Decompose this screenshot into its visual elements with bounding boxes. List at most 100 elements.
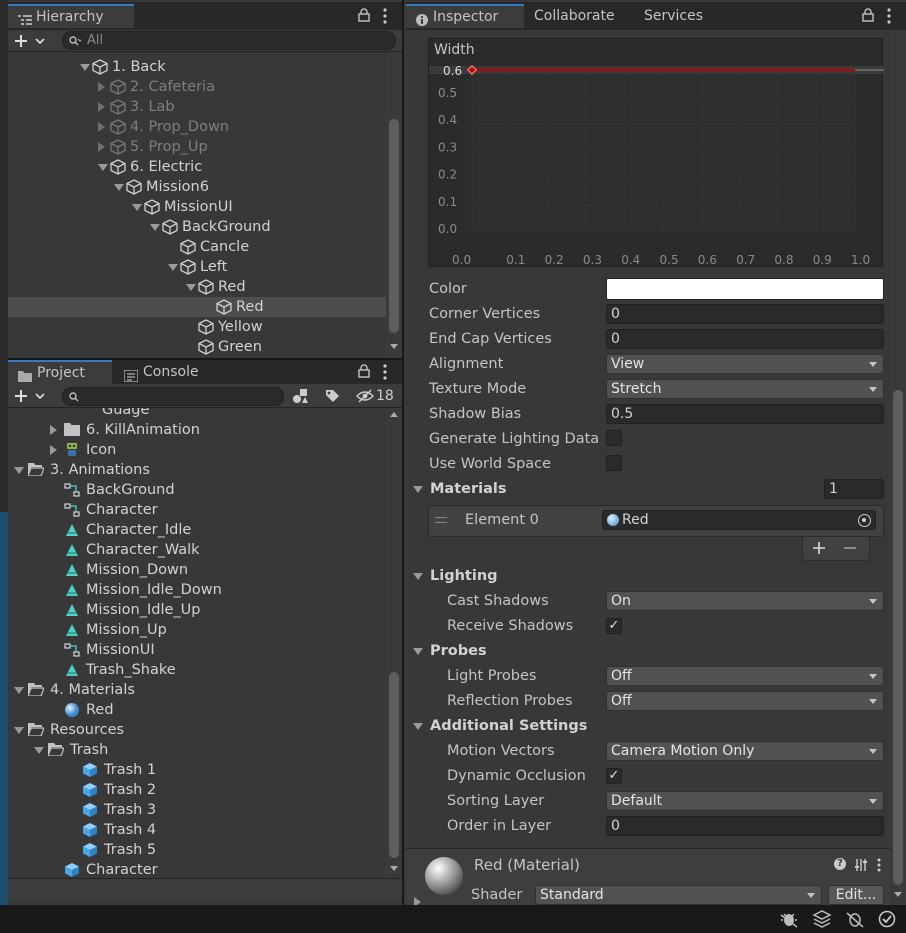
hierarchy-item[interactable]: Left [8,257,386,277]
inspector-scroll-thumb[interactable] [893,390,903,885]
search-by-label-icon[interactable] [324,388,340,404]
probes-foldout-icon[interactable] [413,648,423,655]
project-item[interactable]: Mission_Up [8,620,386,640]
project-search-input[interactable] [62,387,284,406]
hierarchy-scrollbar[interactable] [386,53,402,358]
project-item[interactable]: Trash 4 [8,820,386,840]
tab-services[interactable]: Services [634,4,713,28]
tab-console[interactable]: Console [114,360,209,384]
project-item[interactable]: Resources [8,720,386,740]
project-item[interactable]: Character_Walk [8,540,386,560]
world-space-checkbox[interactable] [606,455,622,471]
scroll-down-arrow-icon[interactable] [390,344,398,349]
hierarchy-item[interactable]: MissionUI [8,197,386,217]
end-cap-vertices-field[interactable]: 0 [606,329,884,349]
hierarchy-menu-icon[interactable] [382,8,388,24]
material-menu-icon[interactable] [876,858,882,872]
light-probes-dropdown[interactable]: Off [606,666,884,686]
tab-hierarchy[interactable]: Hierarchy [8,4,134,28]
project-item[interactable]: Character_Idle [8,520,386,540]
expand-arrow-icon[interactable] [150,224,160,231]
dynamic-occlusion-checkbox[interactable]: ✓ [606,768,622,784]
expand-arrow-icon[interactable] [132,204,142,211]
help-icon[interactable]: ? [834,858,846,870]
scroll-down-arrow-icon[interactable] [390,866,398,871]
probes-header[interactable]: Probes [430,643,487,659]
motion-vectors-dropdown[interactable]: Camera Motion Only [606,741,884,761]
lighting-header[interactable]: Lighting [430,568,498,584]
project-item[interactable]: Trash 5 [8,840,386,860]
collapse-arrow-icon[interactable] [98,102,105,112]
check-circle-icon[interactable] [878,910,896,928]
color-swatch[interactable] [606,278,884,300]
collapse-arrow-icon[interactable] [98,142,105,152]
project-scroll-thumb[interactable] [389,672,399,858]
expand-arrow-icon[interactable] [14,727,24,734]
hierarchy-item[interactable]: Yellow [8,317,386,337]
additional-settings-header[interactable]: Additional Settings [430,718,587,734]
hierarchy-create-button[interactable] [14,32,50,50]
tab-inspector[interactable]: Inspector [406,4,524,28]
project-item[interactable]: MissionUI [8,640,386,660]
hierarchy-item[interactable]: Mission6 [8,177,386,197]
project-item[interactable]: Guage [8,408,386,420]
shader-dropdown[interactable]: Standard [535,885,822,905]
materials-foldout-icon[interactable] [413,486,423,493]
additional-settings-foldout-icon[interactable] [413,723,423,730]
expand-arrow-icon[interactable] [80,64,90,71]
hierarchy-item[interactable]: Green [8,337,386,357]
expand-arrow-icon[interactable] [114,184,124,191]
hierarchy-item[interactable]: 6. Electric [8,157,386,177]
expand-arrow-icon[interactable] [98,164,108,171]
inspector-menu-icon[interactable] [886,8,892,24]
shader-edit-button[interactable]: Edit... [828,885,884,905]
tab-collaborate[interactable]: Collaborate [524,4,625,28]
collapse-arrow-icon[interactable] [98,122,105,132]
project-item[interactable]: Character [8,500,386,520]
project-item[interactable]: 3. Animations [8,460,386,480]
shadow-bias-field[interactable]: 0.5 [606,404,884,424]
project-item[interactable]: Trash 1 [8,760,386,780]
reflection-probes-dropdown[interactable]: Off [606,691,884,711]
hierarchy-item[interactable]: Red [8,297,386,317]
hidden-packages-toggle[interactable]: 18 [356,386,398,406]
hierarchy-item[interactable]: 3. Lab [8,97,386,117]
project-create-button[interactable] [14,387,50,405]
project-lock-icon[interactable] [358,364,370,378]
debug-off-icon[interactable] [846,910,864,928]
hierarchy-item[interactable]: 5. Prop_Up [8,137,386,157]
inspector-lock-icon[interactable] [862,8,874,22]
layers-icon[interactable] [812,910,832,928]
order-in-layer-field[interactable]: 0 [606,816,884,836]
collapse-arrow-icon[interactable] [98,82,105,92]
alignment-dropdown[interactable]: View [606,354,884,374]
hierarchy-item[interactable]: 1. Back [8,57,386,77]
preset-icon[interactable] [854,858,868,872]
generate-lighting-checkbox[interactable] [606,430,622,446]
hierarchy-item[interactable]: 4. Prop_Down [8,117,386,137]
receive-shadows-checkbox[interactable]: ✓ [606,618,622,634]
hierarchy-lock-icon[interactable] [358,8,370,22]
project-item[interactable]: Mission_Idle_Down [8,580,386,600]
project-item[interactable]: Mission_Down [8,560,386,580]
scroll-down-arrow-icon[interactable] [894,892,902,897]
project-item[interactable]: Trash_Shake [8,660,386,680]
tab-project[interactable]: Project [8,360,112,384]
project-item[interactable]: Trash 3 [8,800,386,820]
collapse-arrow-icon[interactable] [50,445,57,455]
expand-arrow-icon[interactable] [14,467,24,474]
add-element-button[interactable] [812,541,826,555]
project-item[interactable]: Icon [8,440,386,460]
project-item[interactable]: Character [8,860,386,878]
sorting-layer-dropdown[interactable]: Default [606,791,884,811]
hierarchy-item[interactable]: 2. Cafeteria [8,77,386,97]
hierarchy-item[interactable]: Red [8,277,386,297]
hierarchy-item[interactable]: BackGround [8,217,386,237]
hierarchy-search-input[interactable]: All [62,31,396,50]
project-item[interactable]: Mission_Idle_Up [8,600,386,620]
materials-count-field[interactable]: 1 [824,479,884,499]
project-scrollbar[interactable] [386,408,402,878]
lighting-foldout-icon[interactable] [413,573,423,580]
expand-arrow-icon[interactable] [186,284,196,291]
materials-header[interactable]: Materials [430,481,507,497]
